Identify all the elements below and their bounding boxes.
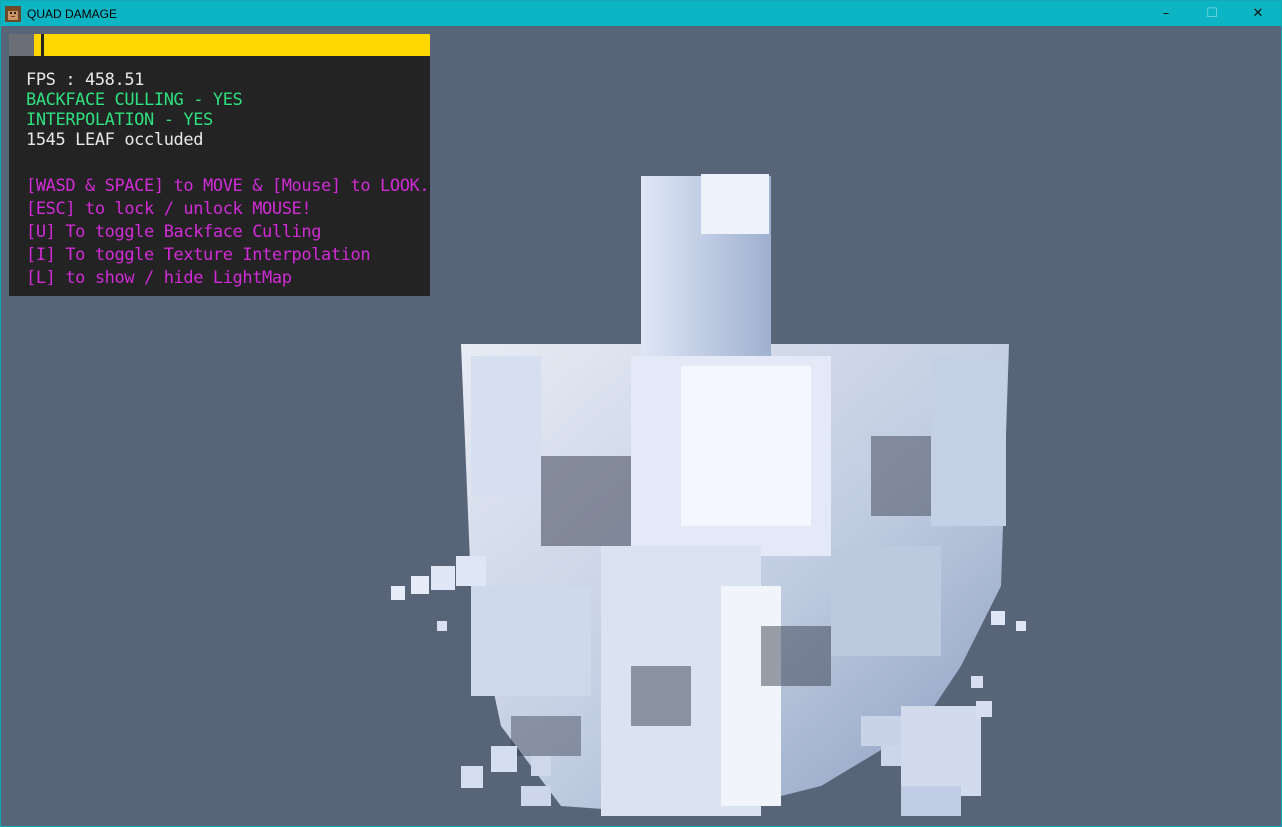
debug-hud-panel: FPS : 458.51 BACKFACE CULLING - YES INTE… [9,34,430,296]
interpolation-status: INTERPOLATION - YES [26,110,213,130]
hud-bar-segment [9,34,34,56]
help-move-look: [WASD & SPACE] to MOVE & [Mouse] to LOOK… [26,176,430,196]
title-bar[interactable]: QUAD DAMAGE – ☐ ✕ [1,1,1281,26]
hud-progress-bar [9,34,430,56]
help-interpolation-toggle: [I] To toggle Texture Interpolation [26,245,371,265]
window-title: QUAD DAMAGE [27,6,118,21]
doomguy-face-icon [5,5,21,22]
window-controls: – ☐ ✕ [1143,1,1281,26]
backface-culling-status: BACKFACE CULLING - YES [26,90,243,110]
game-viewport[interactable]: FPS : 458.51 BACKFACE CULLING - YES INTE… [1,26,1281,826]
minimize-button[interactable]: – [1143,1,1189,26]
help-mouse-lock: [ESC] to lock / unlock MOUSE! [26,199,312,219]
hud-bar-marker [34,34,44,56]
voxel-structure [391,174,1026,816]
help-backface-toggle: [U] To toggle Backface Culling [26,222,322,242]
maximize-button[interactable]: ☐ [1189,1,1235,26]
help-lightmap-toggle: [L] to show / hide LightMap [26,268,292,288]
occluded-leaf-count: 1545 LEAF occluded [26,130,204,150]
close-button[interactable]: ✕ [1235,1,1281,26]
game-window: QUAD DAMAGE – ☐ ✕ FPS: 458.51 BACKFACE … [0,0,1282,827]
fps-readout: FPS : 458.51 [26,70,145,90]
